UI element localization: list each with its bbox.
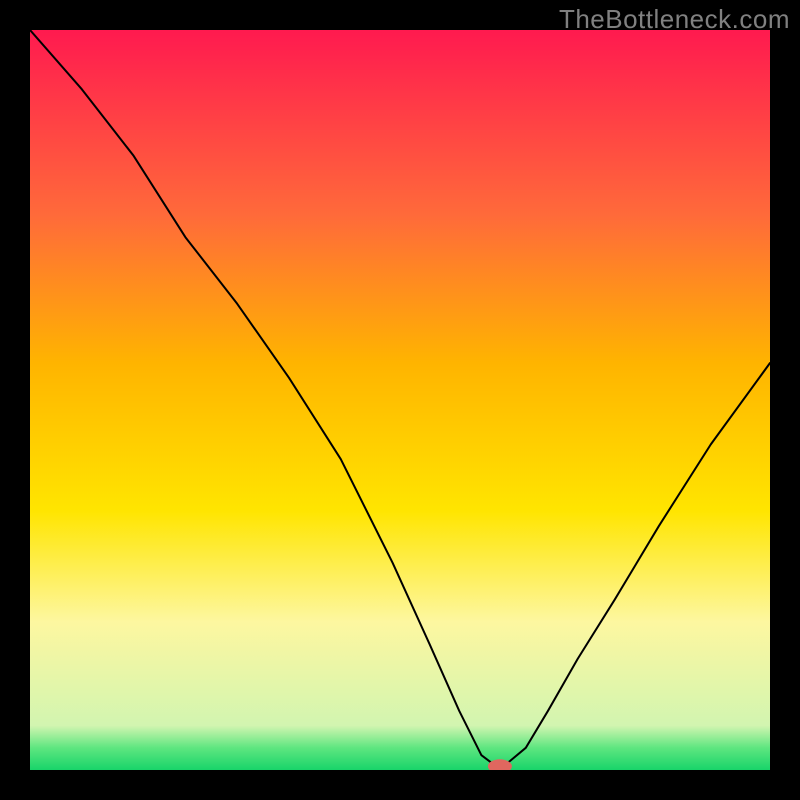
bottleneck-chart [30, 30, 770, 770]
plot-area [30, 30, 770, 770]
gradient-background [30, 30, 770, 770]
chart-frame: TheBottleneck.com [0, 0, 800, 800]
